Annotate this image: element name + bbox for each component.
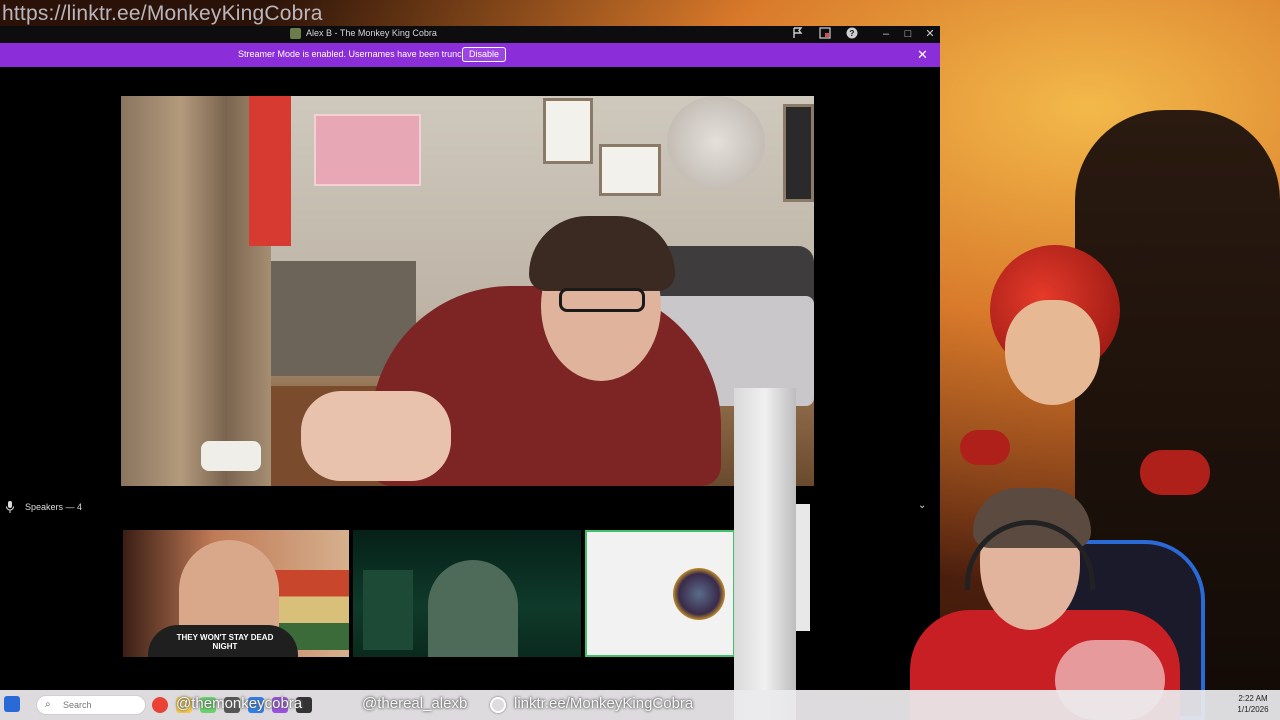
video-poster — [314, 114, 421, 186]
video-person-hand — [301, 391, 451, 481]
video-person-hair — [529, 216, 675, 291]
taskbar-search[interactable]: ⌕ Search — [36, 695, 146, 715]
tile-shelf — [363, 570, 413, 650]
video-mirror — [667, 96, 765, 188]
video-wall-frame — [599, 144, 661, 196]
taskbar: ⌕ Search @themonkeycobra @thereal_alexb … — [0, 690, 1280, 720]
chrome-icon[interactable] — [152, 697, 168, 713]
speakers-label: Speakers — 4 — [25, 502, 83, 512]
app-icon — [290, 28, 301, 39]
streamer-webcam — [905, 480, 1205, 720]
video-flag — [249, 96, 291, 246]
overlay-handle-2: @thereal_alexb — [362, 695, 468, 712]
speaker-tile-3[interactable] — [585, 530, 735, 657]
search-icon: ⌕ — [45, 699, 51, 710]
clock-date: 1/1/2026 — [1237, 705, 1269, 714]
popout-icon[interactable] — [818, 27, 832, 41]
maximize-button[interactable]: □ — [901, 27, 915, 41]
video-wall-frame — [543, 98, 593, 164]
speaker-tile-2[interactable] — [353, 530, 581, 657]
help-icon[interactable]: ? — [845, 27, 859, 41]
overlay-link-bottom: linktr.ee/MonkeyKingCobra — [514, 695, 694, 712]
window-title: Alex B - The Monkey King Cobra — [306, 28, 437, 38]
avatar — [673, 568, 725, 620]
banner-close-icon[interactable]: ✕ — [917, 47, 928, 62]
speaker-tile-1[interactable]: THEY WON'T STAY DEAD NIGHT — [123, 530, 349, 657]
overlay-handle-1: @themonkeycobra — [176, 695, 303, 712]
banner-text: Streamer Mode is enabled. Usernames have… — [238, 49, 482, 59]
disable-streamer-mode-button[interactable]: Disable — [462, 47, 507, 62]
main-video-feed[interactable] — [121, 96, 814, 486]
overlay-link-top: https://linktr.ee/MonkeyKingCobra — [2, 2, 323, 25]
tile-person — [428, 560, 518, 657]
svg-text:?: ? — [850, 29, 855, 38]
capture-overlay-strip-edge — [796, 504, 810, 631]
taskbar-clock[interactable]: 2:22 AM 1/1/2026 — [1228, 693, 1278, 715]
capture-overlay-strip — [734, 388, 796, 720]
taskbar-start — [4, 696, 20, 712]
search-placeholder: Search — [63, 700, 92, 710]
clock-time: 2:22 AM — [1238, 694, 1268, 703]
title-bar: Alex B - The Monkey King Cobra ? – □ ✕ — [0, 26, 940, 43]
wallpaper-character-face — [1005, 300, 1100, 405]
start-icon[interactable] — [4, 696, 20, 712]
close-button[interactable]: ✕ — [923, 27, 937, 41]
shirt-text: THEY WON'T STAY DEAD NIGHT — [176, 633, 274, 651]
minimize-button[interactable]: – — [879, 27, 893, 41]
video-person-glasses — [559, 288, 645, 312]
wallpaper-cloud — [960, 430, 1010, 465]
globe-icon — [490, 697, 506, 713]
video-wall-frame — [783, 104, 814, 202]
video-bowl — [201, 441, 261, 471]
microphone-icon — [6, 501, 14, 513]
streamer-mode-banner: Streamer Mode is enabled. Usernames have… — [0, 43, 940, 67]
flag-icon[interactable] — [791, 27, 805, 41]
